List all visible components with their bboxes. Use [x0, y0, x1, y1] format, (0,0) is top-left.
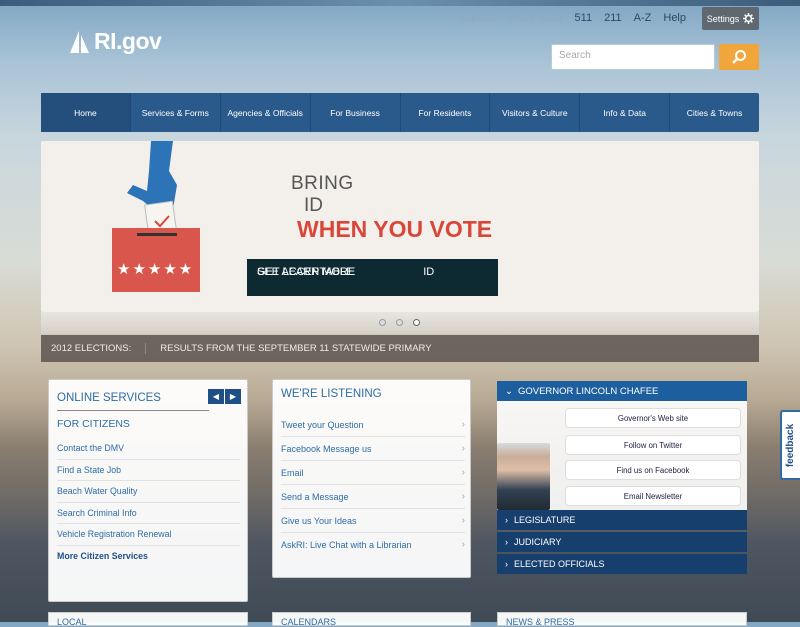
chevron-right-icon: › [461, 466, 465, 478]
find-facebook-button[interactable]: Find us on Facebook [565, 460, 741, 480]
accordion-judiciary[interactable]: › JUDICIARY [497, 532, 747, 552]
hero-line-when-you-vote: WHEN YOU VOTE [297, 216, 493, 242]
online-services-list: Contact the DMV Find a State Job Beach W… [57, 438, 240, 567]
email-newsletter-button[interactable]: Email Newsletter [565, 486, 741, 506]
list-item[interactable]: Email › [281, 461, 465, 485]
list-item[interactable]: Facebook Message us › [281, 437, 465, 461]
list-item[interactable]: Contact the DMV [57, 438, 240, 460]
list-item-label: Facebook Message us [281, 443, 372, 454]
search-icon [732, 50, 746, 64]
for-citizens-title: FOR CITIZENS [57, 418, 130, 430]
chevron-down-icon: ⌄ [505, 385, 513, 397]
nav-home[interactable]: Home [41, 93, 131, 132]
settings-label: Settings [706, 13, 740, 24]
phone-book-link[interactable]: Phone Book [502, 13, 569, 24]
nav-visitors-culture[interactable]: Visitors & Culture [490, 93, 581, 132]
settings-button[interactable]: Settings [702, 7, 759, 30]
accordion-label: ELECTED OFFICIALS [514, 559, 605, 569]
list-item-label: Send a Message [281, 491, 349, 502]
chevron-right-icon: › [505, 537, 508, 547]
elections-label: 2012 ELECTIONS: [41, 343, 147, 354]
hero-banner[interactable]: ★★★★★ BRING ID WHEN YOU VOTE GET LEARN M… [41, 141, 759, 312]
carousel-dot-active[interactable] [413, 319, 420, 326]
governor-title: GOVERNOR LINCOLN CHAFEE [517, 385, 659, 397]
ri-gov-logo[interactable]: RI.gov [66, 28, 162, 55]
nav-info-data[interactable]: Info & Data [580, 93, 671, 132]
list-item[interactable]: Tweet your Question › [281, 413, 465, 437]
help-link[interactable]: Help [657, 12, 692, 24]
nav-for-residents[interactable]: For Residents [401, 93, 491, 132]
top-accent-bar [0, 0, 800, 6]
gear-icon [743, 13, 755, 24]
id-label: ID [423, 266, 435, 278]
news-press-panel: NEWS & PRESS [497, 612, 747, 627]
prev-arrow-icon[interactable]: ◀ [208, 389, 224, 404]
logo-text: RI.gov [94, 28, 162, 54]
main-nav: Home Services & Forms Agencies & Officia… [41, 93, 759, 132]
sail-icon [70, 30, 89, 53]
link-211[interactable]: 211 [598, 12, 628, 24]
carousel-dot[interactable] [396, 319, 403, 326]
listening-panel: WE'RE LISTENING Tweet your Question › Fac… [272, 379, 471, 578]
hero-line-bring: BRING [291, 173, 354, 194]
chevron-right-icon: › [461, 539, 465, 550]
accordion-legislature[interactable]: › LEGISLATURE [497, 510, 747, 530]
list-item-label: Tweet your Question [281, 419, 364, 430]
list-item[interactable]: Search Criminal Info [57, 503, 240, 524]
utility-nav: Español Phone Book 511 211 A-Z Help [454, 12, 692, 24]
divider [57, 410, 209, 411]
online-services-title: ONLINE SERVICES [57, 392, 161, 404]
follow-twitter-button[interactable]: Follow on Twitter [565, 435, 741, 455]
next-arrow-icon[interactable]: ▶ [225, 389, 241, 404]
calendars-panel: CALENDARS [272, 612, 471, 627]
search-button[interactable] [719, 44, 759, 70]
list-item-label: AskRI: Live Chat with a Librarian [281, 540, 412, 550]
governor-header[interactable]: ⌄ GOVERNOR LINCOLN CHAFEE [497, 381, 747, 401]
feedback-tab[interactable]: feedback [780, 410, 800, 480]
search-input[interactable]: Search [551, 44, 715, 70]
chevron-right-icon: › [461, 418, 465, 430]
list-item-label: Give us Your Ideas [281, 515, 357, 526]
accordion-label: JUDICIARY [514, 537, 562, 547]
list-item[interactable]: Send a Message › [281, 485, 465, 509]
chevron-right-icon: › [461, 490, 465, 502]
online-services-panel: ONLINE SERVICES ◀ ▶ FOR CITIZENS Contact… [48, 379, 248, 602]
espanol-link[interactable]: Español [454, 13, 502, 24]
local-panel: LOCAL [48, 612, 248, 627]
panel-arrows: ◀ ▶ [208, 389, 241, 404]
nav-services-forms[interactable]: Services & Forms [131, 93, 221, 132]
chevron-right-icon: › [461, 442, 465, 454]
governor-website-button[interactable]: Governor's Web site [565, 408, 741, 428]
list-item[interactable]: AskRI: Live Chat with a Librarian › [281, 533, 465, 557]
az-link[interactable]: A-Z [628, 12, 658, 24]
list-item[interactable]: Find a State Job [57, 460, 240, 481]
learn-more-button[interactable]: GET LEARN MORE SEE ACCEPTABLE ID [247, 259, 498, 296]
chevron-right-icon: › [505, 515, 508, 525]
accordion-label: LEGISLATURE [514, 515, 576, 525]
carousel-dot[interactable] [379, 319, 386, 326]
accordion-elected-officials[interactable]: › ELECTED OFFICIALS [497, 554, 747, 574]
list-item[interactable]: Beach Water Quality [57, 481, 240, 503]
feedback-label: feedback [785, 423, 797, 467]
chevron-right-icon: › [461, 514, 465, 526]
carousel-dots [379, 319, 420, 326]
more-citizen-services-link[interactable]: More Citizen Services [57, 546, 240, 568]
stars: ★★★★★ [117, 261, 195, 278]
list-item[interactable]: Give us Your Ideas › [281, 509, 465, 533]
hero-line-id: ID [304, 195, 323, 216]
chevron-right-icon: › [505, 559, 508, 569]
elections-bar[interactable]: 2012 ELECTIONS: RESULTS FROM THE SEPTEMB… [41, 335, 759, 362]
elections-text[interactable]: RESULTS FROM THE SEPTEMBER 11 STATEWIDE … [146, 343, 431, 354]
listening-title: WE'RE LISTENING [281, 388, 382, 400]
governor-portrait [497, 443, 550, 510]
list-item[interactable]: Vehicle Registration Renewal [57, 524, 240, 546]
listening-list: Tweet your Question › Facebook Message us… [281, 413, 465, 557]
list-item-label: Email [281, 467, 304, 478]
acceptable-label: SEE ACCEPTABLE [257, 266, 354, 278]
link-511[interactable]: 511 [569, 12, 599, 24]
nav-cities-towns[interactable]: Cities & Towns [670, 93, 759, 132]
nav-agencies-officials[interactable]: Agencies & Officials [221, 93, 311, 132]
nav-for-business[interactable]: For Business [311, 93, 401, 132]
